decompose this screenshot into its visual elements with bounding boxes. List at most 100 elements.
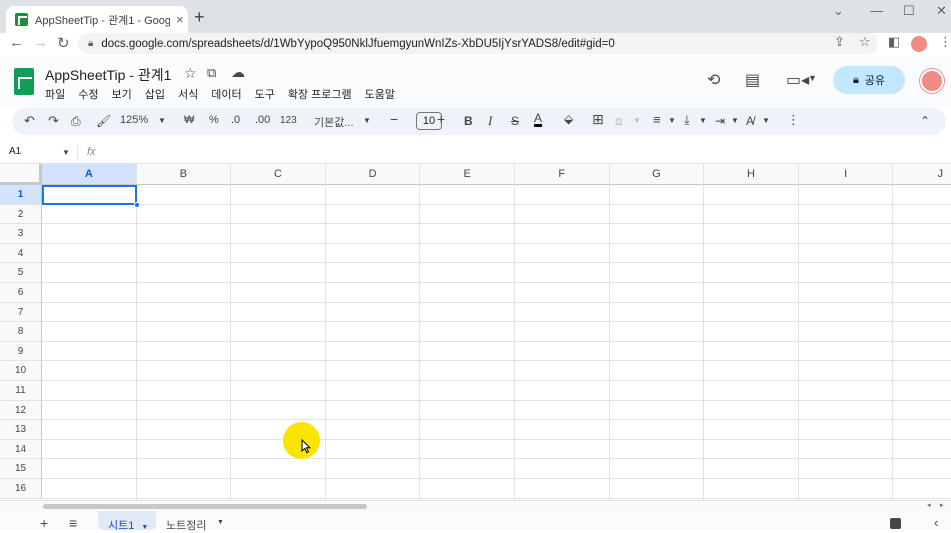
row-header-10[interactable]: 10 <box>0 361 42 381</box>
font-chevron-down-icon[interactable]: ▼ <box>363 116 371 125</box>
row-header-15[interactable]: 15 <box>0 459 42 479</box>
add-sheet-button[interactable]: + <box>40 515 48 531</box>
star-icon[interactable]: ☆ <box>184 65 197 82</box>
browser-menu-icon[interactable]: ⋮ <box>939 34 951 50</box>
row-header-1[interactable]: 1 <box>0 185 42 205</box>
menu-view[interactable]: 보기 <box>112 86 132 102</box>
text-color-icon[interactable]: A <box>534 112 543 127</box>
bold-icon[interactable]: B <box>464 114 473 128</box>
row-header-9[interactable]: 9 <box>0 341 42 362</box>
menu-data[interactable]: 데이터 <box>211 86 241 102</box>
row-header-3[interactable]: 3 <box>0 224 42 244</box>
wrap-chevron-down-icon[interactable]: ▼ <box>731 116 739 125</box>
fill-handle[interactable] <box>134 202 140 208</box>
cell-area[interactable] <box>42 185 951 500</box>
version-history-icon[interactable]: ⟲ <box>707 70 720 90</box>
forward-icon[interactable]: → <box>33 34 48 51</box>
scroll-right-icon[interactable]: ▸ <box>940 501 944 509</box>
menu-file[interactable]: 파일 <box>45 86 65 102</box>
currency-format-button[interactable]: ₩ <box>184 114 194 126</box>
column-header-j[interactable]: J <box>893 164 951 185</box>
merge-chevron-down-icon[interactable]: ▼ <box>633 116 641 125</box>
row-header-4[interactable]: 4 <box>0 243 42 264</box>
scrollbar-thumb[interactable] <box>43 504 367 509</box>
profile-avatar[interactable] <box>911 36 927 52</box>
menu-edit[interactable]: 수정 <box>78 86 98 102</box>
sheet-tab-notes[interactable]: 노트정리 <box>166 517 206 533</box>
column-header-e[interactable]: E <box>420 164 515 185</box>
row-header-5[interactable]: 5 <box>0 263 42 283</box>
zoom-chevron-down-icon[interactable]: ▼ <box>158 116 166 125</box>
bookmark-star-icon[interactable]: ☆ <box>859 34 871 50</box>
text-wrap-icon[interactable]: ⇥ <box>715 114 725 128</box>
halign-chevron-down-icon[interactable]: ▼ <box>668 116 676 125</box>
decrease-decimal-button[interactable]: .0 <box>231 114 240 126</box>
omnibox[interactable]: 🔒︎ docs.google.com/spreadsheets/d/1WbYyp… <box>78 33 878 54</box>
reload-icon[interactable]: ↻ <box>57 34 70 52</box>
column-header-i[interactable]: I <box>798 164 894 185</box>
strikethrough-icon[interactable]: S <box>511 114 519 128</box>
column-header-g[interactable]: G <box>609 164 705 185</box>
menu-insert[interactable]: 삽입 <box>145 86 165 102</box>
menu-help[interactable]: 도움말 <box>365 86 395 102</box>
lock-icon[interactable]: 🔒︎ <box>88 38 93 49</box>
row-header-14[interactable]: 14 <box>0 439 42 460</box>
new-tab-button[interactable]: + <box>194 7 205 28</box>
row-header-12[interactable]: 12 <box>0 400 42 421</box>
italic-icon[interactable]: I <box>488 113 492 129</box>
rotation-chevron-down-icon[interactable]: ▼ <box>762 116 770 125</box>
select-all-corner[interactable] <box>0 164 42 185</box>
row-header-7[interactable]: 7 <box>0 302 42 323</box>
maximize-icon[interactable]: ☐ <box>903 3 915 19</box>
all-sheets-button[interactable]: ≡ <box>69 515 77 531</box>
column-header-h[interactable]: H <box>704 164 799 185</box>
explore-icon[interactable] <box>890 518 901 529</box>
collapse-toolbar-icon[interactable]: ⌃ <box>920 114 930 128</box>
row-header-11[interactable]: 11 <box>0 381 42 401</box>
meet-video-icon[interactable]: ▭◂ <box>786 70 809 90</box>
selected-cell-outline[interactable] <box>42 185 137 205</box>
more-formats-button[interactable]: 123 <box>280 115 297 126</box>
scroll-left-icon[interactable]: ◂ <box>927 501 931 509</box>
comments-icon[interactable]: ▤ <box>745 70 760 90</box>
tab-close-icon[interactable]: × <box>176 12 184 27</box>
more-options-icon[interactable]: ⋮ <box>787 112 800 128</box>
side-panel-icon[interactable]: ◧ <box>888 34 900 50</box>
account-avatar[interactable] <box>920 69 944 93</box>
vertical-align-icon[interactable]: ⤓ <box>684 112 690 128</box>
merge-cells-icon[interactable]: ⧈ <box>615 114 623 129</box>
menu-format[interactable]: 서식 <box>178 86 198 102</box>
name-box[interactable]: A1 <box>9 146 21 157</box>
percent-format-button[interactable]: % <box>209 114 219 126</box>
horizontal-scrollbar[interactable]: ◂ ▸ <box>0 500 951 511</box>
move-folder-icon[interactable]: ⧉ <box>207 65 216 81</box>
row-header-2[interactable]: 2 <box>0 204 42 225</box>
back-icon[interactable]: ← <box>9 34 24 51</box>
cloud-status-icon[interactable]: ☁ <box>231 64 245 81</box>
horizontal-align-icon[interactable]: ≡ <box>653 112 661 127</box>
column-header-c[interactable]: C <box>231 164 326 185</box>
formula-input[interactable] <box>105 144 945 161</box>
column-header-a[interactable]: A <box>42 164 137 185</box>
name-box-chevron-down-icon[interactable]: ▼ <box>62 148 70 157</box>
undo-icon[interactable]: ↶ <box>24 113 35 129</box>
sheet-tab-sheet1[interactable]: 시트1 ▼ <box>98 511 156 532</box>
meet-chevron-down-icon[interactable]: ▼ <box>808 73 817 83</box>
close-window-icon[interactable]: ✕ <box>936 3 947 19</box>
share-page-icon[interactable]: ⇪ <box>834 34 845 50</box>
zoom-select[interactable]: 125% <box>120 114 148 126</box>
minimize-icon[interactable]: — <box>870 3 883 18</box>
valign-chevron-down-icon[interactable]: ▼ <box>699 116 707 125</box>
redo-icon[interactable]: ↷ <box>48 113 59 129</box>
row-header-13[interactable]: 13 <box>0 420 42 440</box>
menu-extensions[interactable]: 확장 프로그램 <box>288 86 352 102</box>
browser-tab[interactable]: AppSheetTip - 관계1 - Google S × <box>6 6 188 33</box>
share-button[interactable]: 🔒︎ 공유 <box>833 66 905 94</box>
chevron-down-icon[interactable]: ⌄ <box>833 3 844 19</box>
document-title[interactable]: AppSheetTip - 관계1 <box>45 65 171 85</box>
row-header-16[interactable]: 16 <box>0 479 42 499</box>
increase-decimal-button[interactable]: .00 <box>255 114 270 126</box>
sheet-tab-notes-chevron-down-icon[interactable]: ▼ <box>217 519 224 526</box>
collapse-side-panel-icon[interactable]: ‹ <box>934 515 938 530</box>
row-header-6[interactable]: 6 <box>0 283 42 303</box>
